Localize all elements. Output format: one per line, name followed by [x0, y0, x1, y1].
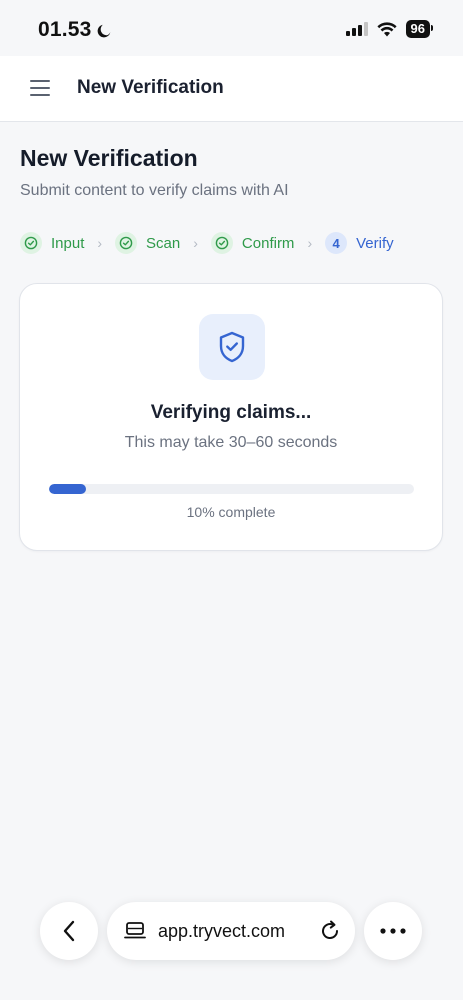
- menu-icon[interactable]: [30, 80, 50, 96]
- status-time: 01.53: [38, 18, 113, 42]
- step-confirm: Confirm: [210, 232, 295, 254]
- step-label: Verify: [356, 234, 394, 252]
- app-header: New Verification: [0, 56, 463, 122]
- wifi-icon: [376, 21, 397, 36]
- step-number: 4: [325, 232, 348, 254]
- step-label: Scan: [146, 234, 181, 252]
- card-subtitle: This may take 30–60 seconds: [124, 434, 338, 451]
- check-circle-icon: [115, 232, 138, 254]
- battery-level: 96: [405, 20, 434, 38]
- page-subtitle: Submit content to verify claims with AI: [20, 182, 289, 199]
- shield-check-icon: [199, 314, 265, 380]
- progress-fill: [49, 484, 86, 494]
- stepper: Input › Scan › Confirm › 4 Verify: [20, 231, 394, 255]
- reload-icon[interactable]: [319, 920, 341, 942]
- verification-progress-card: Verifying claims... This may take 30–60 …: [19, 283, 443, 551]
- progress-text: 10% complete: [186, 504, 276, 520]
- step-verify: 4 Verify: [325, 232, 394, 254]
- time-text: 01.53: [38, 18, 92, 41]
- back-button[interactable]: [40, 902, 98, 960]
- more-options-button[interactable]: [364, 902, 422, 960]
- step-label: Confirm: [241, 234, 295, 252]
- card-title: Verifying claims...: [150, 402, 312, 423]
- header-title: New Verification: [77, 77, 224, 98]
- browser-toolbar: app.tryvect.com: [0, 880, 463, 1000]
- address-bar[interactable]: app.tryvect.com: [107, 902, 355, 960]
- step-label: Input: [51, 234, 85, 252]
- chevron-right-icon: ›: [307, 235, 313, 251]
- progress-bar: [49, 484, 414, 494]
- check-circle-icon: [20, 232, 42, 254]
- page-settings-icon: [124, 922, 146, 939]
- url-text: app.tryvect.com: [158, 920, 286, 941]
- chevron-right-icon: ›: [97, 235, 103, 251]
- chevron-left-icon: [63, 920, 75, 942]
- moon-icon: [97, 24, 110, 37]
- cellular-signal-icon: [345, 22, 368, 36]
- ellipsis-icon: [380, 928, 406, 934]
- step-scan: Scan: [115, 232, 180, 254]
- page-title: New Verification: [20, 145, 198, 171]
- step-input: Input: [20, 232, 84, 254]
- chevron-right-icon: ›: [193, 235, 198, 251]
- status-bar: 01.53 96: [0, 0, 463, 56]
- status-indicators: 96: [345, 20, 434, 38]
- check-circle-icon: [210, 232, 233, 254]
